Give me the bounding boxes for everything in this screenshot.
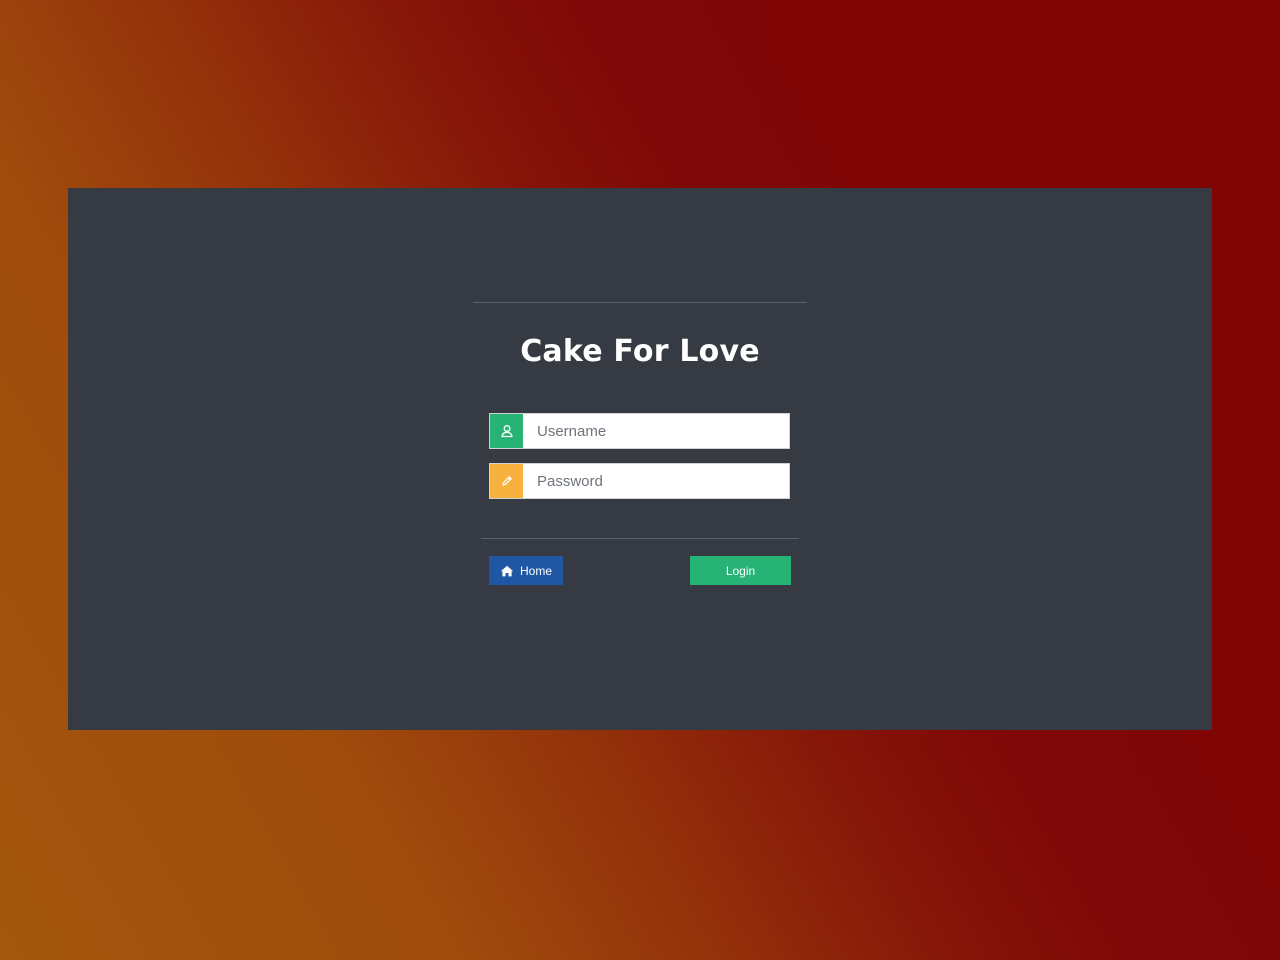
- pencil-icon: [490, 464, 523, 498]
- login-button[interactable]: Login: [690, 556, 791, 585]
- home-button-label: Home: [519, 563, 552, 578]
- login-panel: Cake For Love Home Login: [68, 188, 1212, 730]
- page-title: Cake For Love: [520, 334, 760, 369]
- top-divider: [473, 302, 807, 303]
- bottom-divider: [481, 538, 799, 539]
- login-button-label: Login: [725, 563, 756, 578]
- password-field: [489, 463, 790, 499]
- username-field: [489, 413, 790, 449]
- password-input[interactable]: [523, 464, 789, 498]
- username-input[interactable]: [523, 414, 789, 448]
- home-icon: [500, 565, 514, 577]
- home-button[interactable]: Home: [489, 556, 563, 585]
- user-icon: [490, 414, 523, 448]
